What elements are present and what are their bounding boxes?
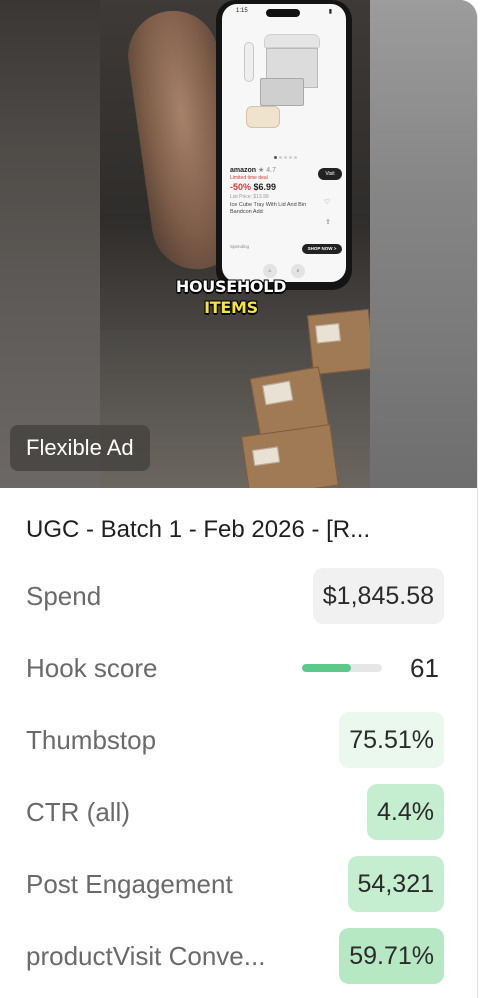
phone-price: -50% $6.99	[230, 182, 277, 192]
metric-row-thumbstop: Thumbstop 75.51%	[26, 712, 444, 768]
video-caption: HOUSEHOLD ITEMS	[170, 276, 292, 318]
metric-row-hook-score: Hook score 61	[26, 640, 444, 696]
search-icon: ⌕	[291, 264, 305, 278]
metric-row-ctr: CTR (all) 4.4%	[26, 784, 444, 840]
cardboard-box	[307, 308, 370, 376]
phone-status-bar: 1:15 ▮	[222, 8, 346, 18]
carousel-dots	[274, 156, 297, 159]
metric-row-spend: Spend $1,845.58	[26, 568, 444, 624]
metric-value: 4.4%	[367, 784, 444, 840]
metric-value: 61	[410, 652, 439, 683]
metric-value: 54,321	[347, 856, 444, 912]
phone-time: 1:15	[236, 8, 248, 14]
ad-media-preview[interactable]: 1:15 ▮ amazon ★ 4.7 Limited time deal -5…	[0, 0, 477, 488]
metric-value: $1,845.58	[312, 568, 444, 624]
metric-label: CTR (all)	[26, 796, 130, 827]
phone-deal-badge: Limited time deal	[230, 175, 268, 181]
metric-row-post-engagement: Post Engagement 54,321	[26, 856, 444, 912]
cardboard-box	[241, 424, 339, 488]
hook-score-progress-fill	[302, 664, 351, 672]
metric-label: Hook score	[26, 652, 158, 683]
metric-value: 75.51%	[339, 712, 444, 768]
phone-footer-text: Spending	[230, 244, 250, 249]
phone-visit-button: Visit	[318, 168, 342, 180]
ad-format-badge: Flexible Ad	[10, 425, 150, 471]
phone-brand: amazon ★ 4.7	[230, 167, 276, 174]
video-frame: 1:15 ▮ amazon ★ 4.7 Limited time deal -5…	[100, 0, 370, 488]
blurred-background-left	[0, 0, 100, 488]
product-image	[242, 32, 326, 132]
hook-score-progress-bar	[302, 664, 382, 672]
metric-label: Thumbstop	[26, 724, 157, 755]
blurred-background-right	[370, 0, 477, 488]
caption-line-2: ITEMS	[204, 298, 258, 317]
metric-label: productVisit Conve...	[26, 940, 266, 971]
battery-icon: ▮	[328, 9, 332, 15]
share-icon: ⇪	[325, 219, 331, 226]
ad-title[interactable]: UGC - Batch 1 - Feb 2026 - [R...	[26, 516, 456, 544]
metric-label: Spend	[26, 580, 102, 611]
caption-line-1: HOUSEHOLD	[175, 277, 287, 296]
phone-product-title: Ice Cube Tray With Lid And Bin Bandcon A…	[230, 202, 307, 215]
phone-screen: 1:15 ▮ amazon ★ 4.7 Limited time deal -5…	[222, 4, 346, 282]
phone-shop-now-button: SHOP NOW >	[302, 244, 342, 254]
phone-list-price: List Price: $13.99	[230, 194, 269, 200]
phone-image: 1:15 ▮ amazon ★ 4.7 Limited time deal -5…	[216, 0, 352, 290]
metric-label: Post Engagement	[26, 868, 233, 899]
ad-card[interactable]: 1:15 ▮ amazon ★ 4.7 Limited time deal -5…	[0, 0, 478, 998]
metric-value: 59.71%	[339, 928, 444, 984]
metric-row-product-visit-conversion: productVisit Conve... 59.71%	[26, 928, 444, 984]
heart-icon: ♡	[324, 199, 331, 206]
